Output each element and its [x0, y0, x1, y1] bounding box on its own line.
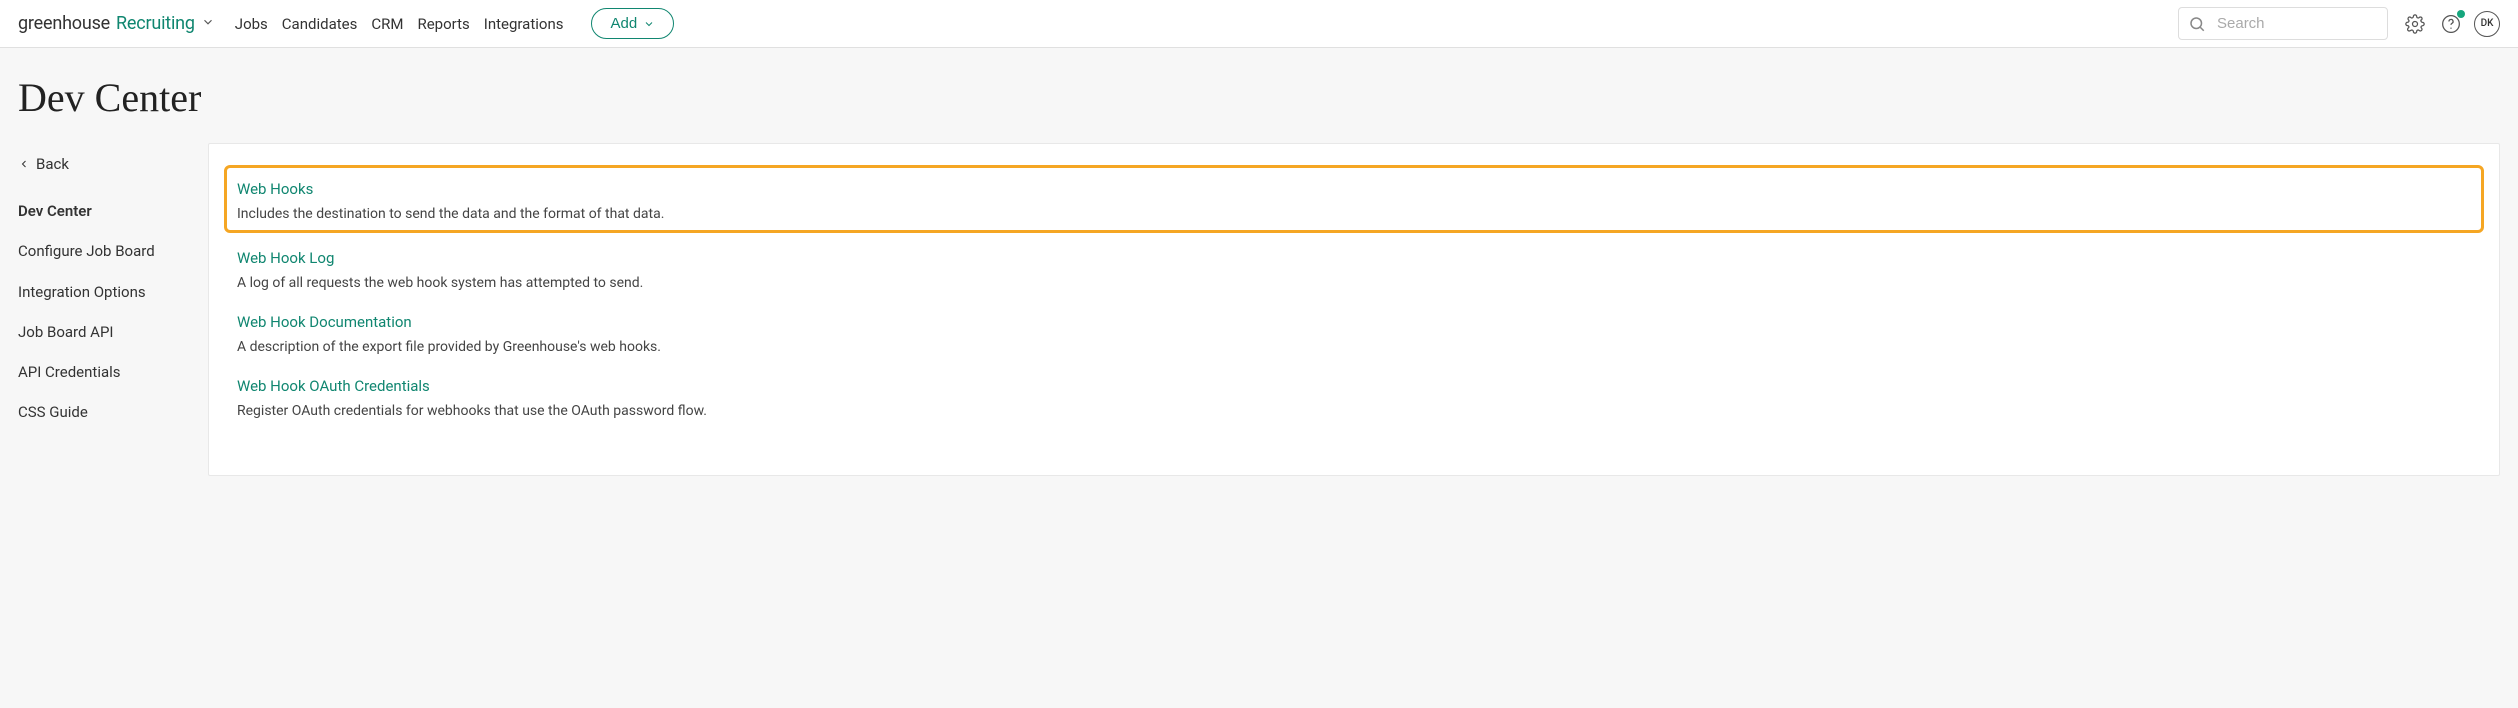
top-icons: DK	[2402, 11, 2500, 37]
entry-link-web-hook-log[interactable]: Web Hook Log	[237, 243, 334, 269]
entry-link-web-hook-oauth-credentials[interactable]: Web Hook OAuth Credentials	[237, 371, 430, 397]
avatar[interactable]: DK	[2474, 11, 2500, 37]
entry: Web Hook OAuth Credentials Register OAut…	[237, 371, 2471, 419]
entry-desc: A log of all requests the web hook syste…	[237, 275, 2471, 291]
sidebar-item-integration-options[interactable]: Integration Options	[18, 272, 190, 312]
entry-desc: Includes the destination to send the dat…	[237, 206, 2471, 222]
add-button[interactable]: Add	[591, 8, 674, 39]
chevron-down-icon	[201, 15, 215, 33]
sidebar-item-dev-center[interactable]: Dev Center	[18, 191, 190, 231]
back-label: Back	[36, 155, 69, 173]
sidebar-item-api-credentials[interactable]: API Credentials	[18, 352, 190, 392]
sidebar-item-css-guide[interactable]: CSS Guide	[18, 392, 190, 432]
sidebar: Back Dev Center Configure Job Board Inte…	[18, 143, 190, 433]
nav-jobs[interactable]: Jobs	[235, 11, 268, 37]
main-panel: Web Hooks Includes the destination to se…	[208, 143, 2500, 476]
entry-desc: Register OAuth credentials for webhooks …	[237, 403, 2471, 419]
entry-link-web-hooks[interactable]: Web Hooks	[237, 174, 313, 200]
layout: Back Dev Center Configure Job Board Inte…	[0, 143, 2518, 516]
entry: Web Hook Documentation A description of …	[237, 307, 2471, 355]
gear-icon	[2405, 14, 2425, 34]
logo-greenhouse: greenhouse	[18, 13, 110, 34]
page-title: Dev Center	[0, 48, 2518, 143]
help-icon	[2441, 14, 2461, 34]
logo-recruiting: Recruiting	[116, 13, 195, 34]
product-switcher[interactable]: greenhouse Recruiting	[18, 13, 215, 34]
entry-link-web-hook-documentation[interactable]: Web Hook Documentation	[237, 307, 412, 333]
sidebar-item-configure-job-board[interactable]: Configure Job Board	[18, 231, 190, 271]
main-nav: Jobs Candidates CRM Reports Integrations…	[235, 8, 674, 39]
search-input[interactable]	[2178, 7, 2388, 40]
help-button[interactable]	[2438, 11, 2464, 37]
search-icon	[2188, 15, 2206, 33]
nav-candidates[interactable]: Candidates	[282, 11, 358, 37]
nav-crm[interactable]: CRM	[371, 11, 403, 37]
entry: Web Hook Log A log of all requests the w…	[237, 243, 2471, 291]
chevron-down-icon	[643, 18, 655, 30]
topbar: greenhouse Recruiting Jobs Candidates CR…	[0, 0, 2518, 48]
highlighted-entry: Web Hooks Includes the destination to se…	[224, 165, 2484, 233]
entry-desc: A description of the export file provide…	[237, 339, 2471, 355]
chevron-left-icon	[18, 158, 30, 170]
add-button-label: Add	[610, 15, 637, 32]
settings-button[interactable]	[2402, 11, 2428, 37]
nav-reports[interactable]: Reports	[417, 11, 469, 37]
sidebar-item-job-board-api[interactable]: Job Board API	[18, 312, 190, 352]
search-wrap	[2178, 7, 2388, 40]
back-link[interactable]: Back	[18, 155, 190, 173]
nav-integrations[interactable]: Integrations	[484, 11, 564, 37]
